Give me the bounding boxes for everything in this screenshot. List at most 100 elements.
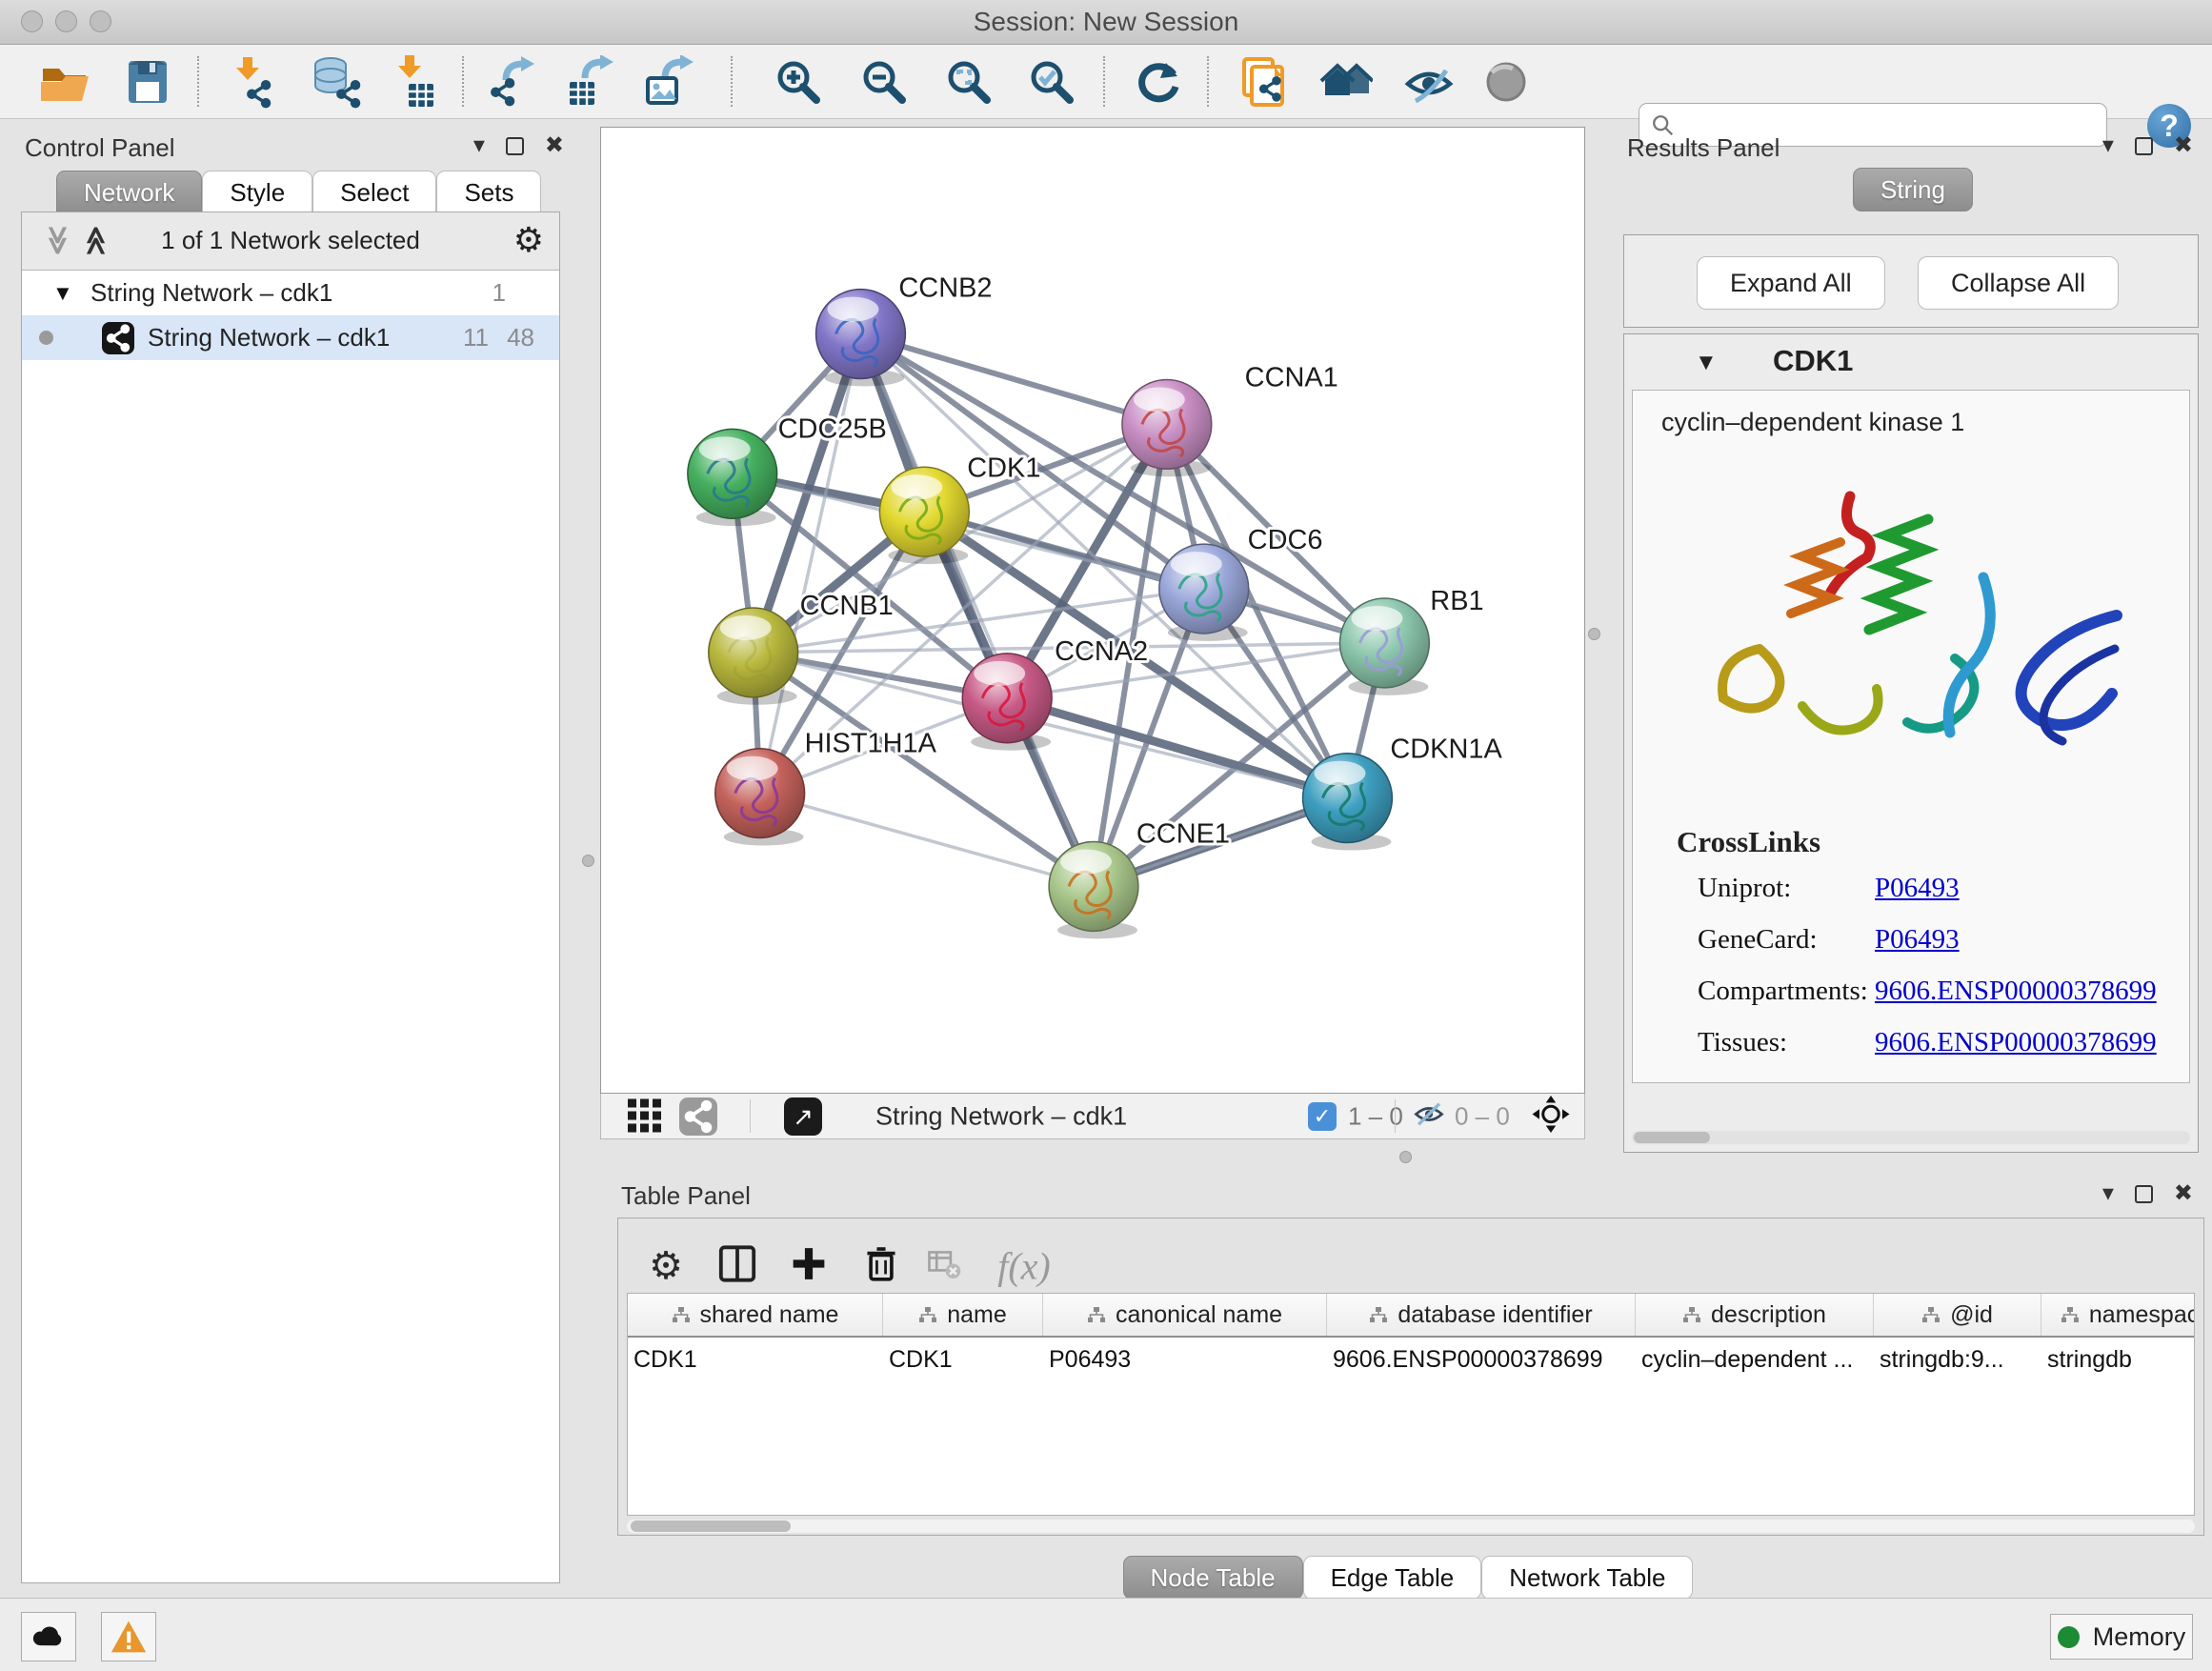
- collapse-all-button[interactable]: Collapse All: [1918, 256, 2119, 310]
- delete-column-trash-icon[interactable]: [862, 1245, 900, 1288]
- import-network-file-icon[interactable]: [224, 55, 277, 109]
- clone-network-icon[interactable]: [1237, 55, 1290, 109]
- edge-HIST1H1A-CCNE1[interactable]: [760, 794, 1094, 887]
- panel-menu-icon[interactable]: ▾: [2102, 1183, 2114, 1204]
- network-collection-row[interactable]: ▼ String Network – cdk1 1: [22, 271, 559, 315]
- column-header--id[interactable]: @id: [1874, 1294, 2041, 1336]
- node-CCNA2[interactable]: [962, 654, 1052, 751]
- column-header-namespace[interactable]: namespace: [2041, 1294, 2195, 1336]
- show-all-icon[interactable]: [1480, 55, 1534, 109]
- splitter-handle[interactable]: [1588, 628, 1600, 640]
- crosslink-link[interactable]: P06493: [1875, 924, 1960, 956]
- warnings-button[interactable]: [101, 1612, 156, 1661]
- table-row[interactable]: CDK1CDK1P064939606.ENSP00000378699cyclin…: [628, 1338, 2194, 1381]
- node-RB1[interactable]: [1339, 598, 1429, 695]
- results-hscrollbar[interactable]: [1632, 1131, 2190, 1144]
- column-header-shared-name[interactable]: shared name: [628, 1294, 883, 1336]
- hidden-eye-icon[interactable]: [1411, 1096, 1447, 1137]
- node-label-CDC25B: CDC25B: [778, 413, 887, 444]
- zoom-out-icon[interactable]: [857, 55, 911, 109]
- crosslink-link[interactable]: P06493: [1875, 1078, 1960, 1083]
- column-header-database-identifier[interactable]: database identifier: [1327, 1294, 1636, 1336]
- tab-string[interactable]: String: [1853, 168, 1973, 211]
- network-row-selected[interactable]: String Network – cdk1 11 48: [22, 315, 559, 360]
- column-header-name[interactable]: name: [883, 1294, 1043, 1336]
- hide-selected-icon[interactable]: [1402, 55, 1456, 109]
- node-label-CCNA2: CCNA2: [1055, 636, 1148, 667]
- table-hscrollbar[interactable]: [627, 1520, 2195, 1533]
- selected-checkbox-icon[interactable]: ✓: [1308, 1102, 1337, 1131]
- refresh-layout-icon[interactable]: [1132, 55, 1185, 109]
- birds-eye-view-icon[interactable]: [1531, 1094, 1571, 1138]
- table-cell[interactable]: CDK1: [883, 1346, 1043, 1374]
- column-header-canonical-name[interactable]: canonical name: [1043, 1294, 1327, 1336]
- table-cell[interactable]: CDK1: [628, 1346, 883, 1374]
- panel-close-icon[interactable]: ✖: [545, 135, 564, 156]
- table-options-gear-icon[interactable]: ⚙: [649, 1244, 683, 1288]
- node-CDK1[interactable]: [879, 467, 969, 564]
- crosslink-link[interactable]: 9606.ENSP00000378699: [1875, 1027, 2157, 1058]
- add-column-icon[interactable]: [790, 1245, 828, 1288]
- delete-table-icon[interactable]: [926, 1246, 962, 1287]
- panel-float-icon[interactable]: [2135, 137, 2153, 155]
- grid-view-icon[interactable]: [626, 1095, 664, 1137]
- crosslink-link[interactable]: P06493: [1875, 873, 1960, 904]
- close-window-button[interactable]: [21, 10, 43, 32]
- network-canvas[interactable]: CCNB2CCNA1CDC25BCDK1CDC6RB1CCNB1CCNA2CDK…: [600, 127, 1585, 1094]
- expand-all-button[interactable]: Expand All: [1697, 256, 1885, 310]
- table-cell[interactable]: P06493: [1043, 1346, 1327, 1374]
- panel-menu-icon[interactable]: ▾: [473, 135, 485, 156]
- tab-sets[interactable]: Sets: [436, 171, 541, 214]
- export-table-icon[interactable]: [562, 55, 615, 109]
- node-CCNE1[interactable]: [1049, 842, 1138, 939]
- first-neighbors-icon[interactable]: [1319, 55, 1373, 109]
- open-session-icon[interactable]: [38, 55, 91, 109]
- network-options-gear-icon[interactable]: ⚙: [513, 220, 544, 260]
- node-label-CDK1: CDK1: [967, 453, 1040, 483]
- collapse-triangle-icon[interactable]: ▼: [1695, 350, 1718, 376]
- tab-style[interactable]: Style: [202, 171, 312, 214]
- splitter-handle[interactable]: [1399, 1151, 1412, 1163]
- tab-network-table[interactable]: Network Table: [1481, 1556, 1693, 1600]
- function-builder-icon[interactable]: f(x): [997, 1244, 1051, 1289]
- zoom-selected-icon[interactable]: [1025, 55, 1078, 109]
- node-CDC25B[interactable]: [688, 429, 777, 526]
- node-CDC6[interactable]: [1159, 544, 1249, 641]
- show-columns-icon[interactable]: [717, 1244, 757, 1289]
- node-CCNA1[interactable]: [1122, 379, 1212, 476]
- tab-select[interactable]: Select: [312, 171, 436, 214]
- import-network-database-icon[interactable]: [310, 55, 363, 109]
- collapse-triangle-icon[interactable]: ▼: [52, 271, 73, 315]
- network-share-icon[interactable]: [679, 1097, 717, 1136]
- table-cell[interactable]: stringdb: [2041, 1346, 2195, 1374]
- open-in-window-icon[interactable]: ↗: [784, 1097, 822, 1136]
- node-HIST1H1A[interactable]: [715, 749, 805, 846]
- panel-close-icon[interactable]: ✖: [2174, 135, 2193, 156]
- panel-close-icon[interactable]: ✖: [2174, 1183, 2193, 1204]
- node-CDKN1A[interactable]: [1303, 754, 1393, 851]
- panel-menu-icon[interactable]: ▾: [2102, 135, 2114, 156]
- tab-edge-table[interactable]: Edge Table: [1303, 1556, 1482, 1600]
- column-header-description[interactable]: description: [1636, 1294, 1874, 1336]
- memory-button[interactable]: Memory: [2050, 1614, 2193, 1660]
- table-cell[interactable]: cyclin–dependent ...: [1636, 1346, 1874, 1374]
- panel-float-icon[interactable]: [2135, 1185, 2153, 1203]
- export-image-icon[interactable]: [642, 55, 695, 109]
- table-cell[interactable]: stringdb:9...: [1874, 1346, 2041, 1374]
- zoom-fit-icon[interactable]: [942, 55, 995, 109]
- crosslink-link[interactable]: 9606.ENSP00000378699: [1875, 976, 2157, 1007]
- minimize-window-button[interactable]: [55, 10, 77, 32]
- tab-node-table[interactable]: Node Table: [1123, 1556, 1303, 1600]
- splitter-handle[interactable]: [582, 855, 594, 867]
- cloud-button[interactable]: [21, 1612, 76, 1661]
- maximize-window-button[interactable]: [90, 10, 111, 32]
- save-session-icon[interactable]: [121, 55, 174, 109]
- panel-float-icon[interactable]: [506, 137, 524, 155]
- export-network-icon[interactable]: [485, 55, 538, 109]
- protein-description: cyclin–dependent kinase 1: [1661, 408, 1964, 437]
- zoom-in-icon[interactable]: [772, 55, 825, 109]
- tab-network[interactable]: Network: [56, 171, 202, 214]
- import-table-file-icon[interactable]: [386, 55, 439, 109]
- table-cell[interactable]: 9606.ENSP00000378699: [1327, 1346, 1636, 1374]
- node-CCNB1[interactable]: [709, 608, 798, 705]
